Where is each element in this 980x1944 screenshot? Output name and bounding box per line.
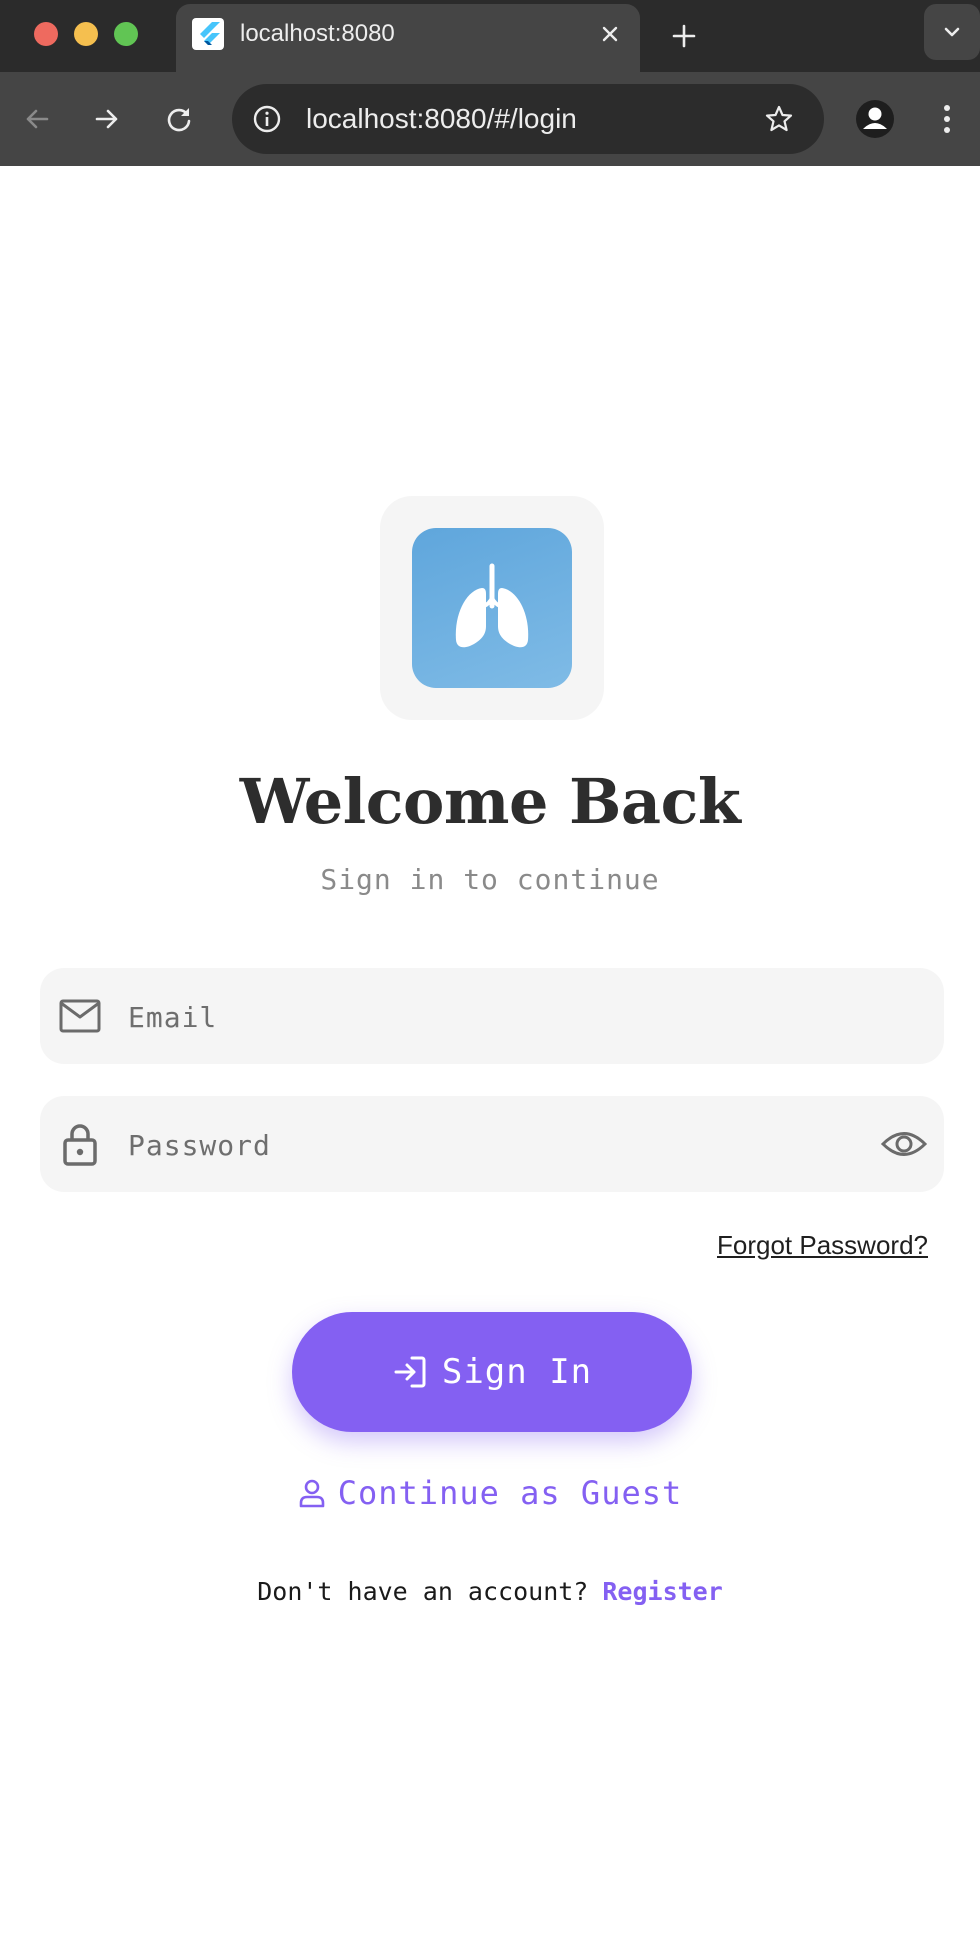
browser-toolbar: localhost:8080/#/login xyxy=(0,72,980,166)
forward-arrow-icon[interactable] xyxy=(80,92,134,146)
browser-tab[interactable]: localhost:8080 xyxy=(176,4,640,72)
lock-icon xyxy=(58,1122,102,1166)
continue-as-guest-button[interactable]: Continue as Guest xyxy=(0,1474,980,1512)
reload-icon[interactable] xyxy=(152,92,206,146)
site-info-icon[interactable] xyxy=(248,100,286,138)
register-link[interactable]: Register xyxy=(602,1577,722,1606)
page-subtitle: Sign in to continue xyxy=(320,863,660,896)
email-field[interactable] xyxy=(40,968,944,1064)
forgot-password-link[interactable]: Forgot Password? xyxy=(717,1228,928,1262)
no-account-text: Don't have an account? xyxy=(257,1577,589,1606)
url-text[interactable]: localhost:8080/#/login xyxy=(306,103,577,135)
back-arrow-icon[interactable] xyxy=(10,92,64,146)
browser-titlebar: localhost:8080 xyxy=(0,0,980,72)
sign-in-label: Sign In xyxy=(441,1352,593,1392)
new-tab-icon[interactable] xyxy=(664,16,704,56)
address-bar[interactable]: localhost:8080/#/login xyxy=(232,84,824,154)
guest-label: Continue as Guest xyxy=(337,1474,683,1512)
eye-icon[interactable] xyxy=(880,1122,928,1166)
sign-in-button[interactable]: Sign In xyxy=(292,1312,692,1432)
password-field[interactable] xyxy=(40,1096,944,1192)
close-tab-icon[interactable] xyxy=(594,18,626,50)
close-window-button[interactable] xyxy=(34,22,58,46)
register-prompt-row: Don't have an account? Register xyxy=(0,1576,980,1608)
lungs-icon xyxy=(455,563,529,648)
bookmark-star-icon[interactable] xyxy=(758,98,800,140)
email-input[interactable] xyxy=(126,986,870,1048)
flutter-favicon-icon xyxy=(192,18,224,50)
app-logo xyxy=(412,528,572,688)
person-icon xyxy=(299,1479,325,1508)
password-input[interactable] xyxy=(126,1114,870,1176)
minimize-window-button[interactable] xyxy=(74,22,98,46)
app-logo-card xyxy=(380,496,604,720)
page-title: Welcome Back xyxy=(239,765,741,838)
maximize-window-button[interactable] xyxy=(114,22,138,46)
tab-title: localhost:8080 xyxy=(240,20,395,47)
login-icon xyxy=(394,1356,426,1388)
profile-avatar-icon[interactable] xyxy=(852,96,898,142)
more-menu-icon[interactable] xyxy=(924,96,970,142)
tab-search-chevron-down-icon[interactable] xyxy=(924,4,980,60)
mail-icon xyxy=(58,994,102,1038)
